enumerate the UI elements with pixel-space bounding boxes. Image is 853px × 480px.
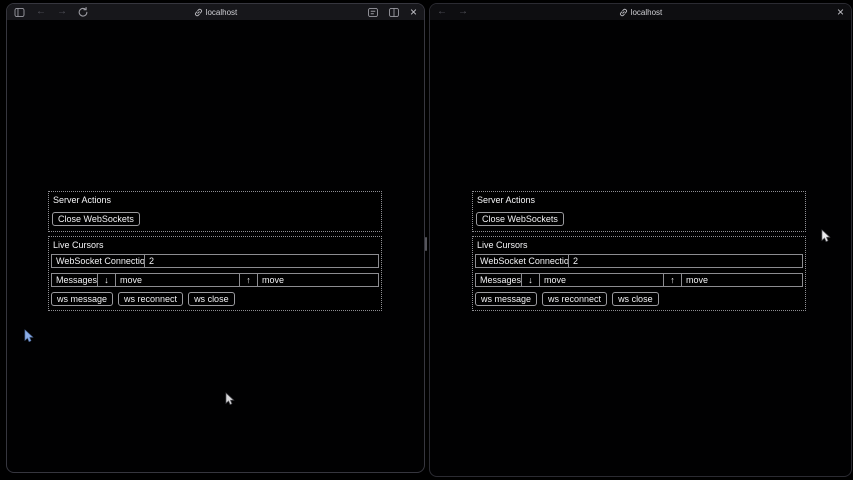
remote-cursor-blue — [24, 329, 34, 343]
browser-window-right: ← → localhost × Server Actions Close Web… — [429, 3, 852, 477]
split-view-button[interactable] — [389, 8, 399, 17]
messages-label: Messages — [52, 274, 97, 286]
page-content: Server Actions Close WebSockets Live Cur… — [48, 191, 382, 311]
connections-row: WebSocket Connections 2 — [475, 254, 803, 268]
connections-row: WebSocket Connections 2 — [51, 254, 379, 268]
link-icon — [619, 8, 628, 17]
close-window-button[interactable]: × — [837, 7, 844, 17]
outgoing-arrow-icon: ↑ — [663, 274, 681, 286]
incoming-arrow-icon: ↓ — [97, 274, 115, 286]
live-cursors-title: Live Cursors — [53, 240, 379, 251]
forward-button[interactable]: → — [458, 7, 468, 17]
sidebar-icon — [14, 8, 25, 17]
reader-mode-icon — [368, 8, 378, 17]
reload-icon — [78, 7, 88, 17]
forward-button[interactable]: → — [57, 7, 67, 17]
close-websockets-button[interactable]: Close WebSockets — [52, 212, 140, 226]
back-icon: ← — [437, 7, 447, 17]
messages-label: Messages — [476, 274, 521, 286]
url-label: localhost — [631, 8, 663, 17]
messages-row: Messages ↓ move ↑ move — [475, 273, 803, 287]
back-button[interactable]: ← — [36, 7, 46, 17]
titlebar: ← → localhost × — [430, 4, 851, 20]
split-view-icon — [389, 8, 399, 17]
page-content: Server Actions Close WebSockets Live Cur… — [472, 191, 806, 311]
forward-icon: → — [57, 7, 67, 17]
url-label: localhost — [206, 8, 238, 17]
outgoing-message: move — [681, 274, 802, 286]
outgoing-arrow-icon: ↑ — [239, 274, 257, 286]
ws-reconnect-button[interactable]: ws reconnect — [118, 292, 183, 306]
server-actions-section: Server Actions Close WebSockets — [472, 191, 806, 232]
connections-count: 2 — [144, 255, 378, 267]
close-window-button[interactable]: × — [410, 7, 417, 17]
mouse-pointer — [821, 229, 831, 243]
back-icon: ← — [36, 7, 46, 17]
titlebar-right-controls: × — [368, 7, 417, 17]
reader-mode-button[interactable] — [368, 8, 378, 17]
incoming-message: move — [539, 274, 663, 286]
ws-close-button[interactable]: ws close — [188, 292, 235, 306]
connections-label: WebSocket Connections — [476, 255, 568, 267]
outgoing-message: move — [257, 274, 378, 286]
back-button[interactable]: ← — [437, 7, 447, 17]
messages-row: Messages ↓ move ↑ move — [51, 273, 379, 287]
titlebar-right-controls: × — [837, 7, 844, 17]
server-actions-title: Server Actions — [53, 195, 379, 206]
titlebar-left-controls: ← → — [14, 7, 88, 17]
live-cursors-section: Live Cursors WebSocket Connections 2 Mes… — [472, 236, 806, 311]
ws-message-button[interactable]: ws message — [475, 292, 537, 306]
close-icon: × — [837, 7, 844, 17]
live-cursors-section: Live Cursors WebSocket Connections 2 Mes… — [48, 236, 382, 311]
browser-window-left: ← → localhost — [6, 3, 425, 473]
server-actions-section: Server Actions Close WebSockets — [48, 191, 382, 232]
ws-reconnect-button[interactable]: ws reconnect — [542, 292, 607, 306]
forward-icon: → — [458, 7, 468, 17]
ws-buttons-row: ws message ws reconnect ws close — [51, 292, 379, 306]
incoming-message: move — [115, 274, 239, 286]
connections-label: WebSocket Connections — [52, 255, 144, 267]
close-websockets-button[interactable]: Close WebSockets — [476, 212, 564, 226]
titlebar-left-controls: ← → — [437, 7, 468, 17]
incoming-arrow-icon: ↓ — [521, 274, 539, 286]
titlebar: ← → localhost — [7, 4, 424, 20]
connections-count: 2 — [568, 255, 802, 267]
window-resize-handle[interactable] — [425, 237, 427, 251]
server-actions-title: Server Actions — [477, 195, 803, 206]
ws-message-button[interactable]: ws message — [51, 292, 113, 306]
sidebar-toggle-button[interactable] — [14, 8, 25, 17]
remote-cursor-gray — [225, 392, 235, 406]
address-display: localhost — [430, 4, 851, 20]
reload-button[interactable] — [78, 7, 88, 17]
ws-buttons-row: ws message ws reconnect ws close — [475, 292, 803, 306]
ws-close-button[interactable]: ws close — [612, 292, 659, 306]
close-icon: × — [410, 7, 417, 17]
link-icon — [194, 8, 203, 17]
live-cursors-title: Live Cursors — [477, 240, 803, 251]
